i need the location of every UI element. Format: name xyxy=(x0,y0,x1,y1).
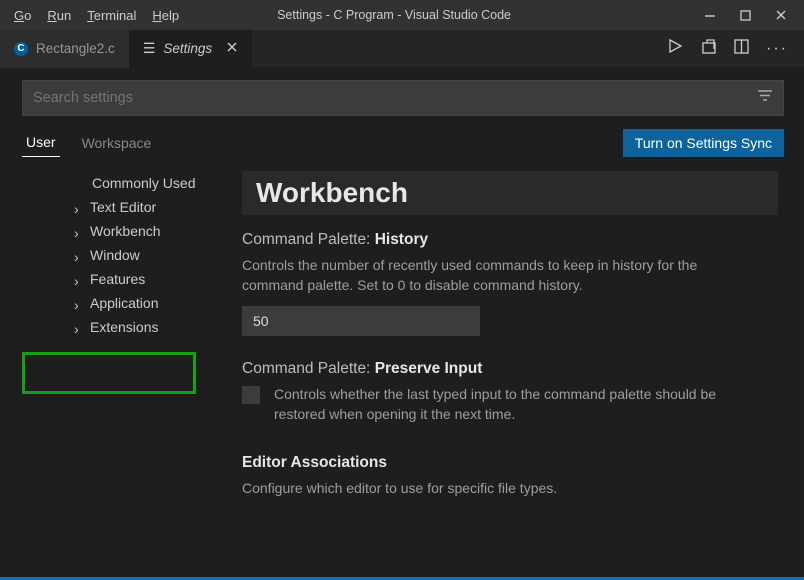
settings-body: User Workspace Turn on Settings Sync Com… xyxy=(0,68,804,580)
history-input[interactable] xyxy=(242,306,480,336)
open-aside-icon[interactable] xyxy=(700,38,717,60)
sidebar-item-commonly-used[interactable]: Commonly Used xyxy=(22,171,242,195)
sidebar-item-features[interactable]: ›Features xyxy=(22,267,242,291)
setting-desc: Controls the number of recently used com… xyxy=(242,255,732,296)
settings-list-icon: ☰ xyxy=(143,40,156,57)
chevron-right-icon: › xyxy=(74,249,79,265)
close-button[interactable] xyxy=(774,8,788,22)
setting-history: Command Palette: History Controls the nu… xyxy=(242,231,778,360)
preserve-input-checkbox[interactable] xyxy=(242,386,260,404)
window-title: Settings - C Program - Visual Studio Cod… xyxy=(85,8,703,22)
sidebar-item-application[interactable]: ›Application xyxy=(22,291,242,315)
titlebar: Go Run Terminal Help Settings - C Progra… xyxy=(0,0,804,30)
tab-settings[interactable]: ☰ Settings xyxy=(129,30,252,68)
split-editor-icon[interactable] xyxy=(733,38,750,60)
setting-title: Command Palette: Preserve Input xyxy=(242,360,778,378)
close-icon[interactable] xyxy=(226,41,238,56)
menu-run[interactable]: Run xyxy=(41,6,77,25)
setting-title: Editor Associations xyxy=(242,454,778,472)
filter-icon[interactable] xyxy=(757,89,773,107)
chevron-right-icon: › xyxy=(74,273,79,289)
menu-go[interactable]: Go xyxy=(8,6,37,25)
run-icon[interactable] xyxy=(666,37,684,60)
search-input[interactable] xyxy=(33,90,757,106)
setting-desc: Configure which editor to use for specif… xyxy=(242,478,732,498)
c-file-icon: C xyxy=(14,42,28,56)
section-heading: Workbench xyxy=(256,177,764,209)
scope-workspace[interactable]: Workspace xyxy=(78,129,156,157)
scope-user[interactable]: User xyxy=(22,128,60,157)
window-controls xyxy=(703,8,788,22)
sync-button[interactable]: Turn on Settings Sync xyxy=(623,129,784,157)
scope-row: User Workspace Turn on Settings Sync xyxy=(22,128,784,157)
minimize-button[interactable] xyxy=(703,8,717,22)
tab-label: Settings xyxy=(163,41,212,56)
more-icon[interactable]: ··· xyxy=(766,40,788,58)
section-banner: Workbench xyxy=(242,171,778,215)
sidebar-item-window[interactable]: ›Window xyxy=(22,243,242,267)
sidebar-item-extensions[interactable]: ›Extensions xyxy=(22,315,242,339)
setting-preserve-input: Command Palette: Preserve Input Controls… xyxy=(242,360,778,425)
sidebar-item-text-editor[interactable]: ›Text Editor xyxy=(22,195,242,219)
settings-sidebar: Commonly Used ›Text Editor ›Workbench ›W… xyxy=(22,165,242,580)
maximize-button[interactable] xyxy=(739,9,752,22)
settings-main: Workbench Command Palette: History Contr… xyxy=(242,165,784,580)
chevron-right-icon: › xyxy=(74,321,79,337)
setting-title: Command Palette: History xyxy=(242,231,778,249)
editor-actions: ··· xyxy=(666,37,804,60)
sidebar-item-workbench[interactable]: ›Workbench xyxy=(22,219,242,243)
content-row: Commonly Used ›Text Editor ›Workbench ›W… xyxy=(22,165,784,580)
chevron-right-icon: › xyxy=(74,225,79,241)
tab-label: Rectangle2.c xyxy=(36,41,115,56)
chevron-right-icon: › xyxy=(74,297,79,313)
chevron-right-icon: › xyxy=(74,201,79,217)
tab-rectangle2[interactable]: C Rectangle2.c xyxy=(0,30,129,68)
setting-editor-associations: Editor Associations Configure which edit… xyxy=(242,454,778,498)
setting-desc: Controls whether the last typed input to… xyxy=(274,384,764,425)
tab-bar: C Rectangle2.c ☰ Settings ··· xyxy=(0,30,804,68)
search-row xyxy=(22,80,784,116)
